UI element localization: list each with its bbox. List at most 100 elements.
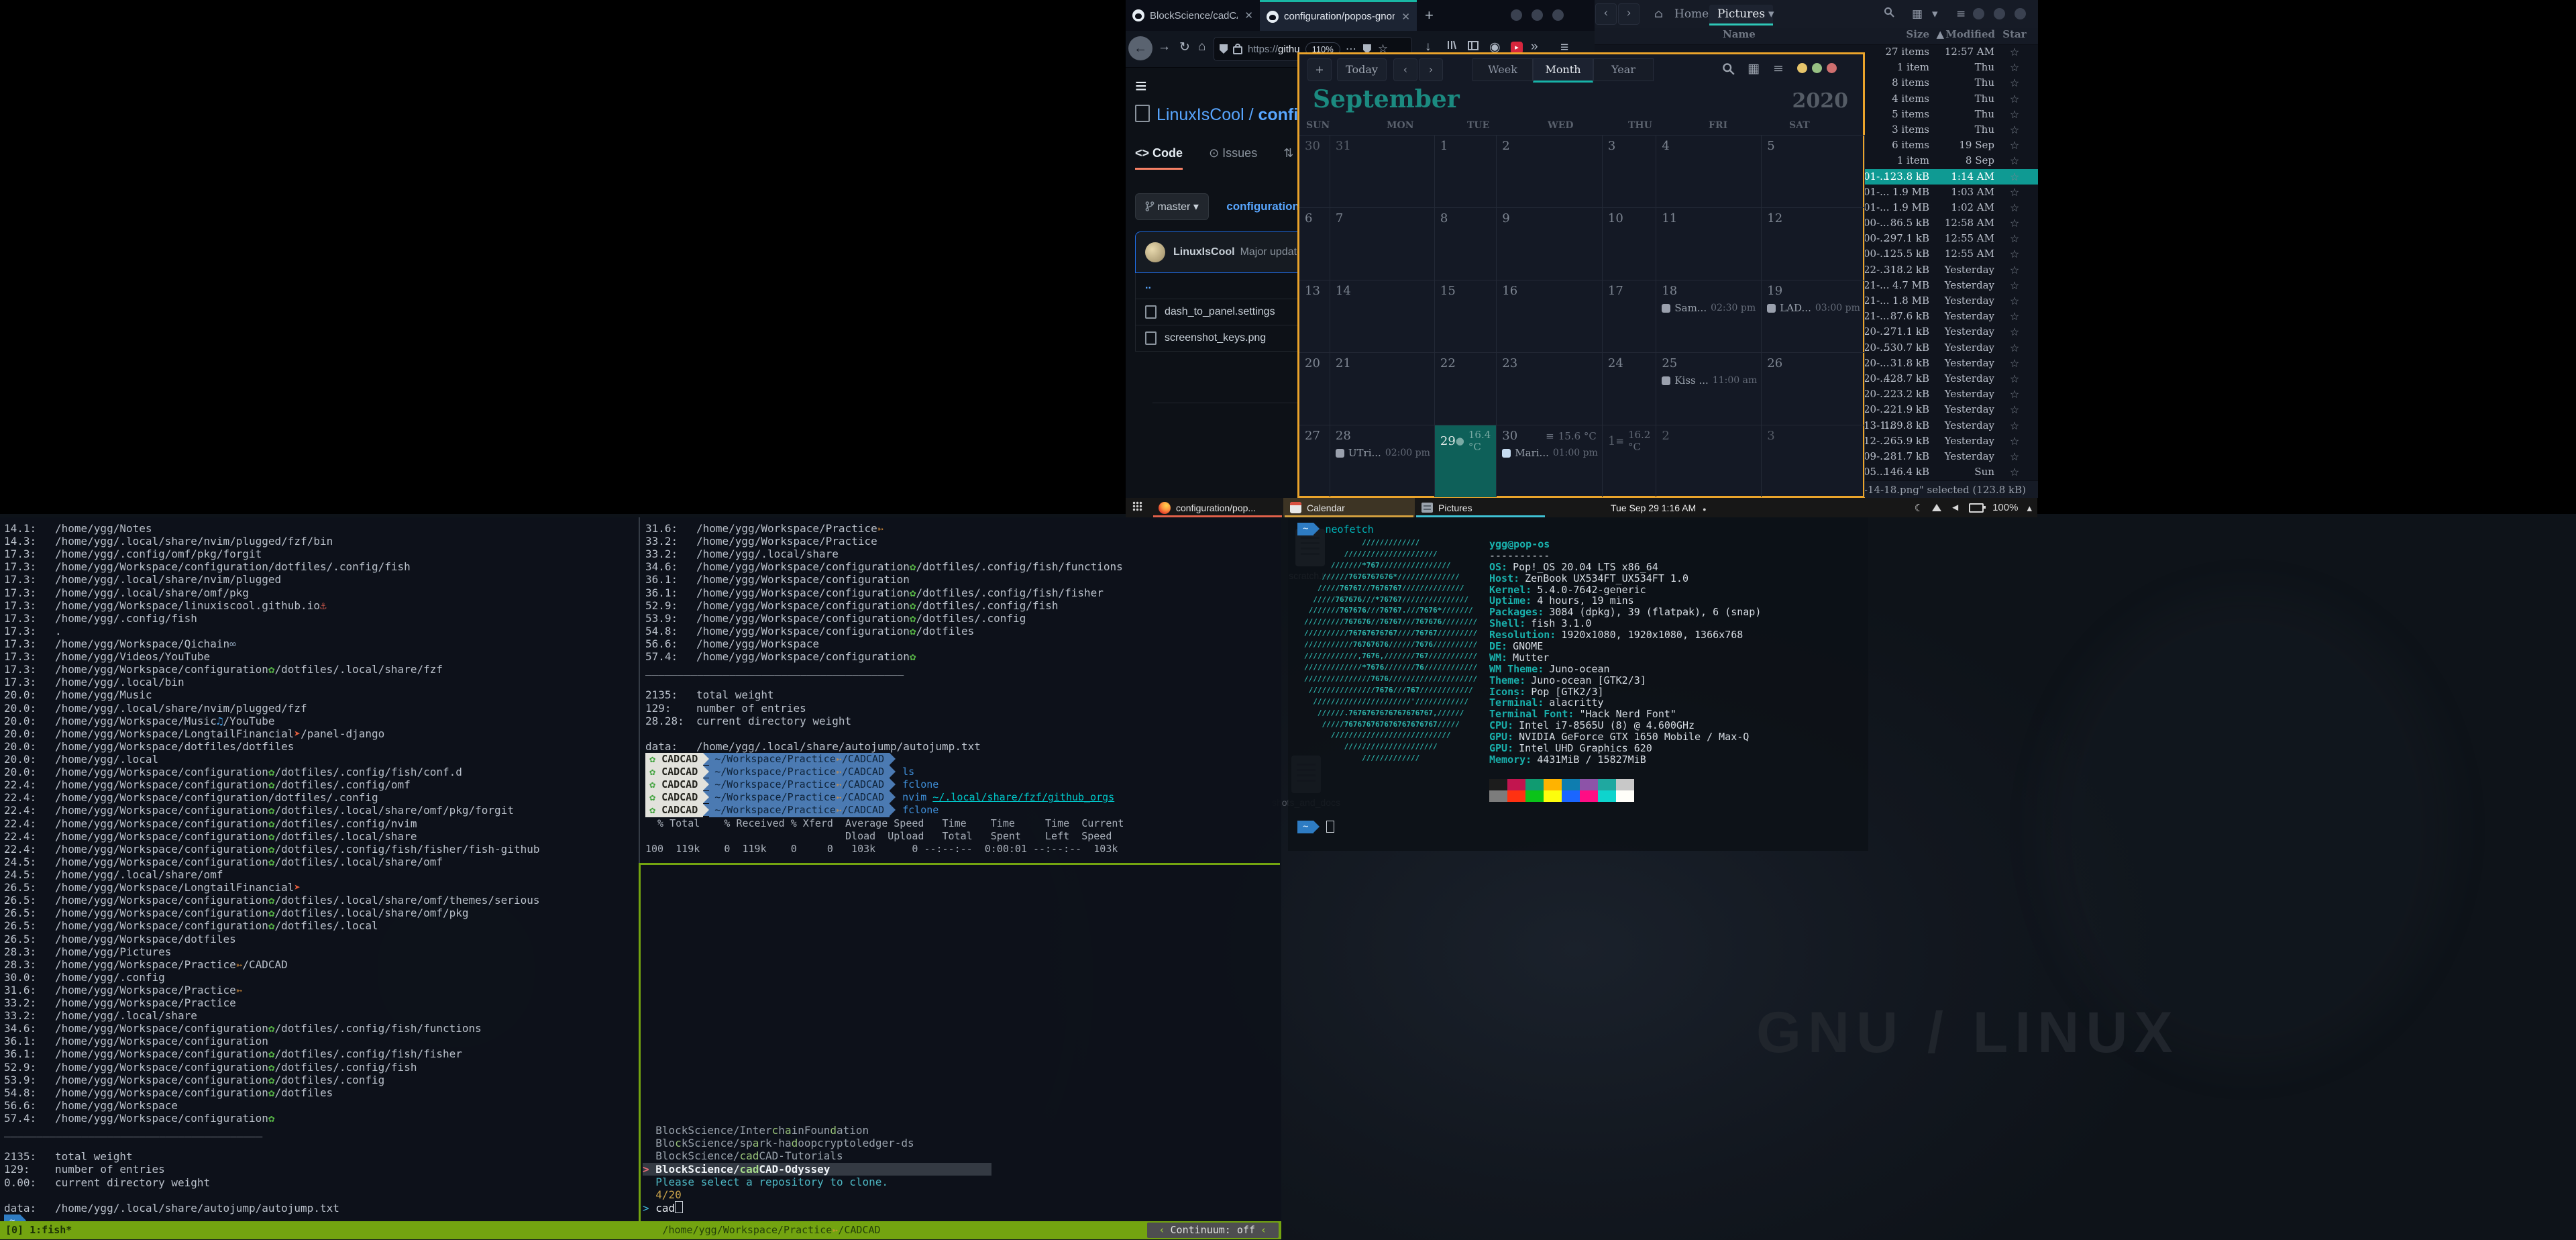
view-tab[interactable]: Month: [1533, 58, 1593, 83]
calendar-day-cell[interactable]: 2: [1497, 135, 1603, 207]
neofetch-terminal[interactable]: ~neofetch ///////////// ////////////////…: [1288, 517, 1868, 851]
calendar-day-cell[interactable]: 28 UTri... 02:00 pm: [1330, 425, 1435, 497]
calendar-day-cell[interactable]: 25 Kiss ... 11:00 am: [1656, 352, 1762, 425]
taskbar-item-calendar[interactable]: Calendar: [1283, 498, 1415, 517]
repo-owner-link[interactable]: LinuxIsCool: [1157, 105, 1244, 124]
star-icon[interactable]: ☆: [2004, 386, 2025, 402]
tmux-pane-divider[interactable]: [639, 517, 640, 864]
star-icon[interactable]: ☆: [2004, 60, 2025, 75]
calendar-day-cell[interactable]: 31: [1330, 135, 1435, 207]
calendar-day-cell[interactable]: 19 LAD... 03:00 pm: [1762, 280, 1865, 352]
star-icon[interactable]: ☆: [2004, 75, 2025, 91]
url-text[interactable]: https://githu: [1248, 44, 1300, 55]
search-icon[interactable]: [1722, 62, 1735, 78]
github-breadcrumb[interactable]: configuration: [1226, 200, 1299, 213]
star-icon[interactable]: ☆: [2004, 402, 2025, 417]
column-header-name[interactable]: Name: [1723, 28, 1756, 40]
calendar-day-cell[interactable]: 17: [1603, 280, 1656, 352]
tray-expand-icon[interactable]: ▴: [2027, 502, 2032, 514]
calendar-day-cell[interactable]: 22: [1435, 352, 1497, 425]
star-icon[interactable]: ☆: [2004, 262, 2025, 278]
star-icon[interactable]: ☆: [2004, 418, 2025, 433]
taskbar-clock[interactable]: Tue Sep 29 1:16 AM●: [1611, 503, 1707, 513]
star-icon[interactable]: ☆: [2004, 91, 2025, 107]
tab-pull-requests[interactable]: ⇅: [1283, 146, 1293, 160]
view-tab[interactable]: Year: [1593, 58, 1654, 81]
calendar-day-cell[interactable]: 1: [1435, 135, 1497, 207]
calendar-day-cell[interactable]: 11: [1656, 207, 1762, 280]
calendar-day-cell[interactable]: 16: [1497, 280, 1603, 352]
calendar-day-cell[interactable]: 3: [1762, 425, 1865, 497]
today-button[interactable]: Today: [1337, 58, 1387, 81]
star-icon[interactable]: ☆: [2004, 324, 2025, 340]
calendar-day-cell[interactable]: 23: [1497, 352, 1603, 425]
calendar-day-cell[interactable]: 2: [1656, 425, 1762, 497]
calendar-day-cell[interactable]: 8: [1435, 207, 1497, 280]
reload-button[interactable]: ↻: [1179, 40, 1190, 55]
calendar-event[interactable]: Sam... 02:30 pm: [1656, 298, 1761, 314]
home-button[interactable]: ⌂: [1198, 40, 1205, 54]
tracking-shield-icon[interactable]: [1220, 44, 1228, 54]
network-icon[interactable]: [1932, 504, 1941, 511]
window-button-maximize[interactable]: [1812, 63, 1822, 73]
tab-issues[interactable]: ⊙ Issues: [1209, 146, 1257, 160]
avatar[interactable]: [1145, 242, 1165, 262]
chevron-down-icon[interactable]: ▾: [1760, 5, 1782, 23]
star-icon[interactable]: ☆: [2004, 371, 2025, 386]
tmux-pane-left[interactable]: 14.1:/home/ygg/Notes14.3:/home/ygg/.loca…: [4, 517, 635, 1227]
new-event-button[interactable]: +: [1307, 58, 1332, 81]
fzf-item[interactable]: BlockScience/InterchainFoundation: [643, 1124, 1279, 1137]
prev-month-button[interactable]: ‹: [1393, 58, 1417, 81]
calendar-day-cell[interactable]: 10: [1603, 207, 1656, 280]
tmux-pane-top-right[interactable]: 31.6:/home/ygg/Workspace/Practice➳33.2:/…: [645, 517, 1279, 856]
taskbar-item-firefox[interactable]: configuration/pop...: [1152, 498, 1283, 517]
calendar-day-cell[interactable]: 13: [1299, 280, 1330, 352]
app-launcher-grid-icon[interactable]: [1132, 501, 1142, 515]
star-icon[interactable]: ☆: [2004, 153, 2025, 168]
calendar-day-cell[interactable]: 6: [1299, 207, 1330, 280]
browser-window-controls[interactable]: [1501, 9, 1564, 24]
close-icon[interactable]: ✕: [1401, 11, 1410, 23]
calendar-day-cell[interactable]: 5: [1762, 135, 1865, 207]
star-icon[interactable]: ☆: [2004, 309, 2025, 324]
next-month-button[interactable]: ›: [1419, 58, 1443, 81]
commit-author[interactable]: LinuxIsCool: [1173, 246, 1235, 258]
column-header-star[interactable]: Star: [2002, 28, 2027, 40]
calendar-day-cell[interactable]: 3: [1603, 135, 1656, 207]
tmux-pane-divider-active[interactable]: [639, 864, 641, 1221]
view-tab[interactable]: Week: [1472, 58, 1533, 81]
star-icon[interactable]: ☆: [2004, 185, 2025, 200]
files-column-headers[interactable]: Name Size ▲ Modified Star: [1578, 28, 2038, 45]
star-icon[interactable]: ☆: [2004, 122, 2025, 138]
files-window-controls[interactable]: [1964, 8, 2026, 22]
calendar-event[interactable]: LAD... 03:00 pm: [1762, 298, 1864, 314]
calendar-day-cell[interactable]: 9: [1497, 207, 1603, 280]
fzf-pane[interactable]: BlockScience/InterchainFoundation BlockS…: [643, 866, 1279, 1219]
new-tab-button[interactable]: +: [1425, 7, 1434, 24]
calendar-event[interactable]: Kiss ... 11:00 am: [1656, 370, 1761, 386]
tmux-pane-divider-active[interactable]: [639, 863, 1280, 865]
star-icon[interactable]: ☆: [2004, 200, 2025, 215]
fzf-query-input[interactable]: > cad: [643, 1201, 1279, 1214]
calendar-day-cell[interactable]: 20: [1299, 352, 1330, 425]
volume-icon[interactable]: ◄: [1950, 502, 1960, 513]
star-icon[interactable]: ☆: [2004, 433, 2025, 449]
fzf-item[interactable]: BlockScience/cadCAD-Tutorials: [643, 1149, 1279, 1162]
calendar-day-cell[interactable]: 15: [1435, 280, 1497, 352]
calendar-day-cell[interactable]: 14: [1330, 280, 1435, 352]
star-icon[interactable]: ☆: [2004, 246, 2025, 262]
calendar-day-cell[interactable]: 7: [1330, 207, 1435, 280]
calendar-day-cell[interactable]: 24: [1603, 352, 1656, 425]
close-icon[interactable]: ✕: [1244, 9, 1253, 21]
star-icon[interactable]: ☆: [2004, 169, 2025, 185]
browser-tab-1[interactable]: BlockScience/cadCAD-Od ✕: [1126, 0, 1260, 31]
calendar-day-cell[interactable]: 1 ≡16.2 °C: [1603, 425, 1656, 497]
terminal-window[interactable]: 14.1:/home/ygg/Notes14.3:/home/ygg/.loca…: [0, 517, 1281, 1240]
calendar-day-cell[interactable]: 12: [1762, 207, 1865, 280]
star-icon[interactable]: ☆: [2004, 356, 2025, 371]
star-icon[interactable]: ☆: [2004, 215, 2025, 231]
calendar-day-cell[interactable]: 4: [1656, 135, 1762, 207]
calendar-day-cell[interactable]: 30 ≡15.6 °C Mari... 01:00 pm: [1497, 425, 1603, 497]
browser-tab-2-active[interactable]: configuration/popos-gnom ✕: [1260, 0, 1417, 31]
calendar-day-cell[interactable]: 21: [1330, 352, 1435, 425]
